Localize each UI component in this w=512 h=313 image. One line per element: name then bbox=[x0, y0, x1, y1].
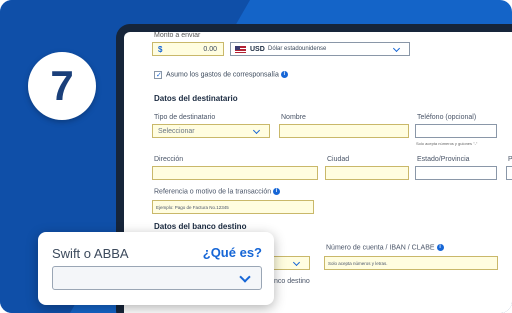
chevron-down-icon bbox=[252, 126, 261, 135]
currency-code: USD bbox=[250, 46, 265, 53]
phone-label: Teléfono (opcional) bbox=[417, 114, 477, 121]
swift-label: Swift o ABBA bbox=[52, 246, 129, 261]
step-number: 7 bbox=[50, 62, 74, 109]
phone-hint: Solo acepta números y guiones "-" bbox=[416, 141, 478, 146]
currency-symbol: $ bbox=[158, 45, 163, 54]
currency-name: Dólar estadounidense bbox=[268, 46, 327, 52]
swift-select[interactable] bbox=[52, 266, 262, 290]
country-field[interactable] bbox=[506, 166, 512, 180]
account-field[interactable]: Solo acepta números y letras. bbox=[324, 256, 498, 270]
info-icon[interactable]: i bbox=[436, 244, 444, 251]
tutorial-frame: 7 Monto a enviar $ 0.00 USD Dólar estado… bbox=[0, 0, 512, 313]
reference-placeholder: Ejemplo: Pago de Factura No.12345 bbox=[156, 205, 229, 210]
account-label-text: Número de cuenta / IBAN / CLABE bbox=[326, 244, 435, 252]
amount-label: Monto a enviar bbox=[154, 32, 201, 39]
info-icon[interactable]: i bbox=[273, 188, 281, 195]
amount-field[interactable]: $ 0.00 bbox=[152, 42, 224, 56]
fees-checkbox-label: Asumo los gastos de corresponsalía i bbox=[166, 71, 288, 78]
checkmark-icon: ✓ bbox=[156, 72, 162, 79]
reference-label-text: Referencia o motivo de la transacción bbox=[154, 188, 272, 196]
bank-section-title: Datos del banco destino bbox=[154, 222, 247, 231]
address-field[interactable] bbox=[152, 166, 318, 180]
bank-label: nco destino bbox=[274, 278, 310, 285]
info-icon[interactable]: i bbox=[280, 71, 288, 78]
recipient-type-label: Tipo de destinatario bbox=[154, 114, 216, 121]
address-label: Dirección bbox=[154, 156, 184, 163]
chevron-down-icon bbox=[239, 271, 251, 283]
name-label: Nombre bbox=[281, 114, 306, 121]
reference-label: Referencia o motivo de la transacción i bbox=[154, 188, 281, 196]
recipient-type-value: Seleccionar bbox=[158, 128, 195, 135]
what-is-link[interactable]: ¿Qué es? bbox=[203, 245, 262, 260]
swift-zoom-card: Swift o ABBA ¿Qué es? bbox=[38, 232, 274, 305]
amount-value: 0.00 bbox=[203, 46, 217, 53]
country-label: P bbox=[508, 156, 512, 163]
step-number-badge: 7 bbox=[28, 52, 96, 120]
chevron-down-icon bbox=[392, 44, 401, 53]
us-flag-icon bbox=[235, 46, 246, 53]
city-label: Ciudad bbox=[327, 156, 350, 163]
state-label: Estado/Provincia bbox=[417, 156, 470, 163]
reference-field[interactable]: Ejemplo: Pago de Factura No.12345 bbox=[152, 200, 314, 214]
currency-select[interactable]: USD Dólar estadounidense bbox=[230, 42, 410, 56]
section-title: Datos del destinatario bbox=[154, 94, 238, 103]
account-label: Número de cuenta / IBAN / CLABE i bbox=[326, 244, 444, 251]
name-field[interactable] bbox=[279, 124, 409, 138]
phone-field[interactable] bbox=[415, 124, 497, 138]
state-field[interactable] bbox=[415, 166, 497, 180]
city-field[interactable] bbox=[325, 166, 409, 180]
recipient-type-select[interactable]: Seleccionar bbox=[152, 124, 270, 138]
account-hint: Solo acepta números y letras. bbox=[328, 261, 388, 266]
fees-checkbox[interactable]: ✓ bbox=[154, 71, 162, 79]
fees-label-text: Asumo los gastos de corresponsalía bbox=[166, 71, 279, 79]
chevron-down-icon bbox=[292, 258, 301, 267]
